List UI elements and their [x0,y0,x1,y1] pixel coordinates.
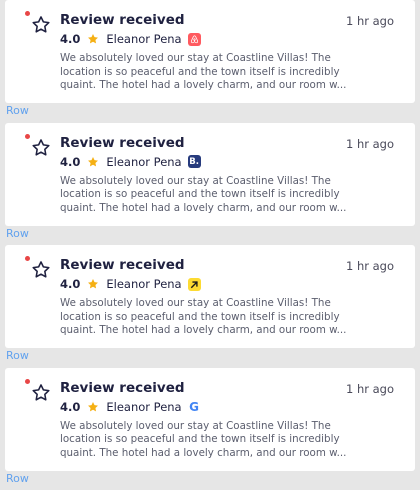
rating-value: 4.0 [60,400,80,414]
reviewer-name: Eleanor Pena [106,155,181,169]
review-excerpt-line: location is so peaceful and the town its… [60,311,347,325]
review-excerpt-line: quaint. The hotel had a lovely charm, an… [60,79,347,93]
review-excerpt-line: location is so peaceful and the town its… [60,188,347,202]
review-excerpt-line: location is so peaceful and the town its… [60,66,347,80]
notification-block: Review received 1 hr ago 4.0 Eleanor Pen… [0,245,420,368]
notification-card[interactable]: Review received 1 hr ago 4.0 Eleanor Pen… [5,245,415,348]
review-excerpt: We absolutely loved our stay at Coastlin… [60,420,347,461]
review-excerpt-line: We absolutely loved our stay at Coastlin… [60,297,347,311]
google-icon-letter: G [189,400,199,414]
star-outline-icon[interactable] [30,382,52,404]
expedia-icon [188,278,201,291]
row-label: Row [0,226,420,246]
review-meta: 4.0 Eleanor Pena G [60,399,201,415]
google-icon: G [188,400,201,413]
review-excerpt-line: We absolutely loved our stay at Coastlin… [60,420,347,434]
review-meta: 4.0 Eleanor Pena [60,31,201,47]
airbnb-icon [188,33,201,46]
review-meta: 4.0 Eleanor Pena [60,276,201,292]
notification-card[interactable]: Review received 1 hr ago 4.0 Eleanor Pen… [5,0,415,103]
star-outline-icon[interactable] [30,14,52,36]
booking-icon: B. [188,155,201,168]
rating-value: 4.0 [60,155,80,169]
review-excerpt-line: quaint. The hotel had a lovely charm, an… [60,447,347,461]
timestamp: 1 hr ago [346,14,394,28]
notification-title: Review received [60,257,185,273]
star-outline-icon[interactable] [30,259,52,281]
rating-star-icon [87,278,99,290]
row-label: Row [0,471,420,490]
review-excerpt-line: quaint. The hotel had a lovely charm, an… [60,202,347,216]
rating-star-icon [87,156,99,168]
review-excerpt-line: We absolutely loved our stay at Coastlin… [60,175,347,189]
review-excerpt: We absolutely loved our stay at Coastlin… [60,297,347,338]
review-excerpt-line: We absolutely loved our stay at Coastlin… [60,52,347,66]
reviewer-name: Eleanor Pena [106,400,181,414]
notification-block: Review received 1 hr ago 4.0 Eleanor Pen… [0,123,420,246]
rating-star-icon [87,401,99,413]
review-meta: 4.0 Eleanor Pena B. [60,154,201,170]
notification-list: Review received 1 hr ago 4.0 Eleanor Pen… [0,0,420,479]
notification-title: Review received [60,380,185,396]
notification-block: Review received 1 hr ago 4.0 Eleanor Pen… [0,368,420,490]
review-excerpt: We absolutely loved our stay at Coastlin… [60,175,347,216]
review-excerpt-line: location is so peaceful and the town its… [60,433,347,447]
rating-value: 4.0 [60,277,80,291]
reviewer-name: Eleanor Pena [106,277,181,291]
timestamp: 1 hr ago [346,382,394,396]
review-excerpt-line: quaint. The hotel had a lovely charm, an… [60,324,347,338]
timestamp: 1 hr ago [346,259,394,273]
rating-value: 4.0 [60,32,80,46]
reviewer-name: Eleanor Pena [106,32,181,46]
notification-title: Review received [60,135,185,151]
review-excerpt: We absolutely loved our stay at Coastlin… [60,52,347,93]
timestamp: 1 hr ago [346,137,394,151]
notification-title: Review received [60,12,185,28]
booking-icon-letter: B. [189,157,199,167]
row-label: Row [0,103,420,123]
notification-card[interactable]: Review received 1 hr ago 4.0 Eleanor Pen… [5,123,415,226]
row-label: Row [0,348,420,368]
star-outline-icon[interactable] [30,137,52,159]
notification-card[interactable]: Review received 1 hr ago 4.0 Eleanor Pen… [5,368,415,471]
notification-block: Review received 1 hr ago 4.0 Eleanor Pen… [0,0,420,123]
rating-star-icon [87,33,99,45]
